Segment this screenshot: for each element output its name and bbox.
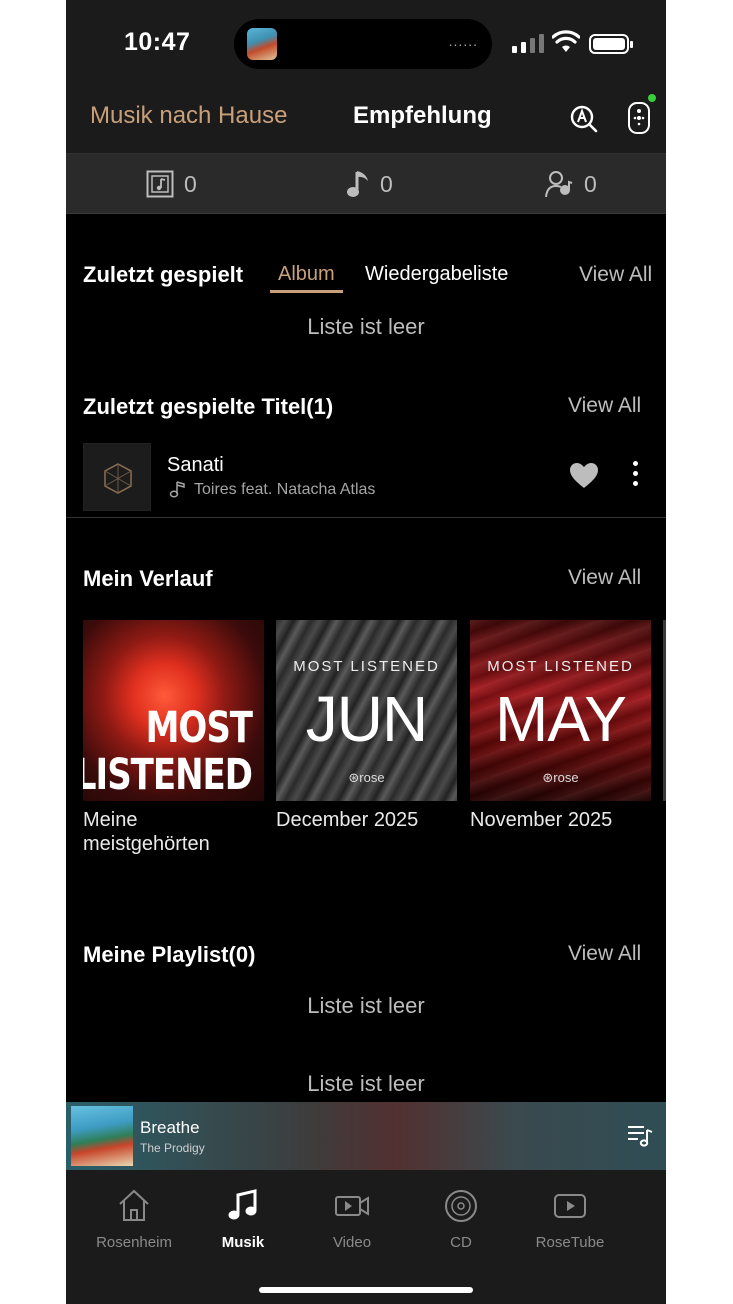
artist-count: 0 xyxy=(584,170,597,197)
nav-video[interactable]: Video xyxy=(297,1188,407,1251)
track-note-icon xyxy=(169,481,185,498)
remote-control-icon[interactable] xyxy=(626,102,652,134)
music-note-icon xyxy=(347,171,368,197)
cover-line-1: MOST xyxy=(145,703,253,753)
nav-label: Musik xyxy=(221,1234,265,1251)
dynamic-island[interactable]: ...... xyxy=(234,19,492,69)
geometric-logo-icon xyxy=(104,463,132,494)
page-title[interactable]: Empfehlung xyxy=(353,102,492,130)
track-counter[interactable]: 0 xyxy=(346,168,393,200)
home-icon xyxy=(119,1189,149,1221)
track-count: 0 xyxy=(380,170,393,197)
june-cover: MOST LISTENED JUN ⊛rose xyxy=(276,620,457,801)
track-title: Sanati xyxy=(167,454,224,476)
home-music-link[interactable]: Musik nach Hause xyxy=(90,102,287,130)
video-icon xyxy=(335,1196,369,1216)
recent-tracks-view-all[interactable]: View All xyxy=(568,394,641,418)
card-label: December 2025 xyxy=(276,809,419,831)
now-playing-title: Breathe xyxy=(140,1118,200,1137)
recently-played-view-all[interactable]: View All xyxy=(579,263,652,287)
battery-level xyxy=(593,38,625,50)
album-icon xyxy=(146,170,174,198)
bottom-navigation: Rosenheim Musik Video CD RoseTube xyxy=(66,1170,666,1304)
more-options-icon[interactable] xyxy=(632,461,640,491)
queue-icon[interactable] xyxy=(627,1124,653,1148)
history-card-june[interactable]: MOST LISTENED JUN ⊛rose December 2025 xyxy=(276,620,457,832)
track-cover xyxy=(83,443,151,511)
now-playing-artist: The Prodigy xyxy=(140,1141,205,1155)
cover-month: JUN xyxy=(305,683,428,755)
may-cover: MOST LISTENED MAY ⊛rose xyxy=(470,620,651,801)
history-card-may[interactable]: MOST LISTENED MAY ⊛rose November 2025 xyxy=(470,620,651,832)
history-view-all[interactable]: View All xyxy=(568,566,641,590)
history-card-partial[interactable] xyxy=(663,620,666,801)
island-album-art xyxy=(247,28,277,60)
phone-screen: 10:47 ...... Musik nach Hause Empfehlung xyxy=(66,0,666,1304)
cover-caption: MOST LISTENED xyxy=(293,658,440,675)
cd-icon xyxy=(445,1190,477,1222)
nav-rosenheim[interactable]: Rosenheim xyxy=(79,1188,189,1251)
play-icon xyxy=(554,1194,586,1218)
album-counter[interactable]: 0 xyxy=(146,168,197,200)
rose-logo: ⊛rose xyxy=(542,770,579,785)
nav-rosetube[interactable]: RoseTube xyxy=(515,1188,625,1251)
status-bar: 10:47 ...... xyxy=(66,0,666,84)
music-icon xyxy=(228,1189,257,1220)
recently-played-empty: Liste ist leer xyxy=(307,314,425,339)
recent-tracks-title: Zuletzt gespielte Titel(1) xyxy=(83,394,334,419)
heart-icon[interactable] xyxy=(569,462,599,489)
artist-counter[interactable]: 0 xyxy=(544,168,597,200)
card-label: November 2025 xyxy=(470,809,613,831)
my-playlist-empty: Liste ist leer xyxy=(307,993,425,1018)
nav-label: CD xyxy=(450,1234,472,1251)
rose-logo: ⊛rose xyxy=(348,770,385,785)
my-playlist-title: Meine Playlist(0) xyxy=(83,942,256,967)
track-artist: Toires feat. Natacha Atlas xyxy=(194,481,376,498)
search-icon[interactable] xyxy=(569,104,599,134)
my-playlist-view-all[interactable]: View All xyxy=(568,942,641,966)
connection-status-dot xyxy=(648,94,656,102)
nav-label: RoseTube xyxy=(535,1234,605,1251)
cover-line-2: LISTENED xyxy=(83,750,253,800)
nav-label: Video xyxy=(332,1234,372,1251)
home-indicator[interactable] xyxy=(259,1287,473,1293)
status-time: 10:47 xyxy=(124,28,191,56)
now-playing-cover xyxy=(71,1106,133,1166)
wifi-icon xyxy=(552,30,580,52)
library-counters: 0 0 0 xyxy=(66,154,666,214)
app-header: Musik nach Hause Empfehlung xyxy=(66,84,666,154)
most-listened-cover: MOST LISTENED xyxy=(83,620,264,801)
now-playing-bar[interactable]: Breathe The Prodigy xyxy=(66,1102,666,1170)
cover-caption: MOST LISTENED xyxy=(487,658,634,675)
history-card-most-listened[interactable]: MOST LISTENED Meine meistgehörten xyxy=(83,620,264,856)
nav-cd[interactable]: CD xyxy=(406,1188,516,1251)
recently-played-title: Zuletzt gespielt xyxy=(83,262,244,287)
nav-musik[interactable]: Musik xyxy=(188,1188,298,1251)
artist-icon xyxy=(545,171,573,198)
card-label: Meine meistgehörten xyxy=(83,809,210,855)
island-activity-indicator: ...... xyxy=(448,33,478,49)
track-row[interactable]: Sanati Toires feat. Natacha Atlas xyxy=(66,438,666,518)
history-title: Mein Verlauf xyxy=(83,566,213,591)
album-count: 0 xyxy=(184,170,197,197)
section-empty: Liste ist leer xyxy=(307,1071,425,1096)
nav-label: Rosenheim xyxy=(96,1234,172,1251)
tab-album[interactable]: Album xyxy=(270,263,343,293)
battery-icon xyxy=(589,34,633,54)
nav-item-partial[interactable] xyxy=(624,1188,664,1234)
tab-playlist[interactable]: Wiedergabeliste xyxy=(365,263,508,286)
cover-month: MAY xyxy=(495,683,627,755)
